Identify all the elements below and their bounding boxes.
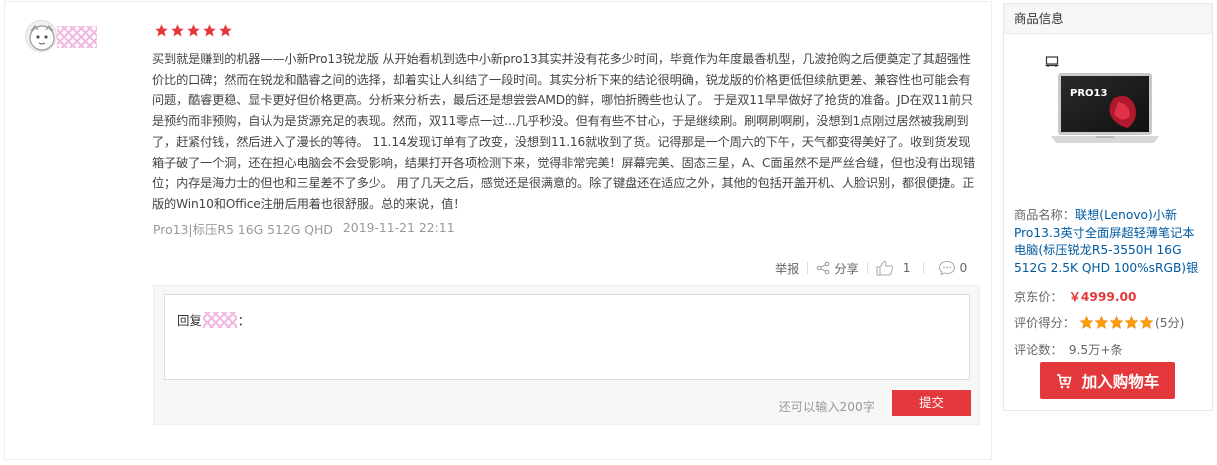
product-header: 商品信息 [1004, 4, 1212, 34]
submit-button[interactable]: 提交 [892, 390, 971, 416]
star-icon [1124, 315, 1139, 329]
rating-stars [154, 23, 233, 38]
price-value: ￥4999.00 [1068, 290, 1137, 304]
star-icon [203, 24, 216, 37]
cart-icon [1056, 373, 1072, 388]
username-masked[interactable] [57, 26, 97, 48]
score-stars [1079, 315, 1154, 330]
comment-icon [938, 260, 955, 276]
score-label: 评价得分： [1014, 316, 1075, 330]
comment-button[interactable]: 0 [938, 260, 968, 276]
reply-username-masked [202, 312, 237, 328]
star-icon [187, 24, 200, 37]
thumbs-up-icon [876, 260, 893, 276]
report-label: 举报 [775, 262, 800, 276]
reply-prefix-label: 回复 [177, 313, 202, 328]
product-price: 京东价： ￥4999.00 [1014, 287, 1204, 305]
comment-count: 0 [959, 261, 968, 275]
product-image[interactable]: PRO13 [1046, 52, 1164, 172]
reply-box: 回复 ： 还可以输入200字 提交 [153, 285, 980, 425]
report-button[interactable]: 举报 [775, 259, 799, 277]
share-button[interactable]: 分享 [816, 259, 859, 277]
review-count: 评论数： 9.5万+条 [1014, 340, 1204, 358]
star-icon [219, 24, 232, 37]
product-name: 商品名称：联想(Lenovo)小新Pro13.3英寸全面屏超轻薄笔记本电脑(标压… [1014, 207, 1204, 277]
star-icon [1139, 315, 1154, 329]
like-button[interactable]: 1 [876, 260, 911, 276]
review-meta: Pro13|标压R5 16G 512G QHD 2019-11-21 22:11 [153, 220, 455, 238]
divider [807, 262, 809, 274]
star-icon [1094, 315, 1109, 329]
star-icon [171, 24, 184, 37]
review-actions: 举报 分享 1 0 [775, 259, 967, 277]
like-count: 1 [902, 261, 911, 275]
star-icon [1109, 315, 1124, 329]
product-name-label: 商品名称： [1014, 208, 1075, 222]
count-value: 9.5万+条 [1068, 343, 1123, 357]
price-label: 京东价： [1014, 290, 1063, 304]
product-panel: 商品信息 PRO13 商品名称：联想(Lenovo)小新Pro13.3英寸全面屏… [1003, 3, 1213, 411]
share-label: 分享 [834, 262, 859, 276]
reply-textarea[interactable]: 回复 ： [164, 294, 970, 380]
star-icon [1079, 315, 1094, 329]
divider [866, 262, 868, 274]
count-label: 评论数： [1014, 343, 1063, 357]
review-text: 买到就是赚到的机器——小新Pro13锐龙版 从开始看机到选中小新pro13其实并… [152, 52, 976, 211]
score-value: (5分) [1154, 316, 1185, 330]
product-spec: Pro13|标压R5 16G 512G QHD [153, 222, 333, 237]
review-card: 买到就是赚到的机器——小新Pro13锐龙版 从开始看机到选中小新pro13其实并… [4, 1, 992, 460]
remaining-chars: 还可以输入200字 [778, 400, 875, 414]
avatar[interactable] [25, 20, 57, 52]
add-to-cart-button[interactable]: 加入购物车 [1040, 362, 1175, 399]
reply-prefix-colon: ： [237, 313, 251, 328]
share-icon [817, 261, 830, 275]
avatar-icon [29, 25, 55, 51]
screen-badge: PRO13 [1070, 88, 1107, 99]
reply-prefix: 回复 ： [177, 311, 250, 329]
divider [922, 262, 924, 274]
cart-label: 加入购物车 [1081, 372, 1160, 391]
star-icon [155, 24, 168, 37]
review-date: 2019-11-21 22:11 [342, 220, 455, 235]
product-score: 评价得分： (5分) [1014, 313, 1204, 331]
